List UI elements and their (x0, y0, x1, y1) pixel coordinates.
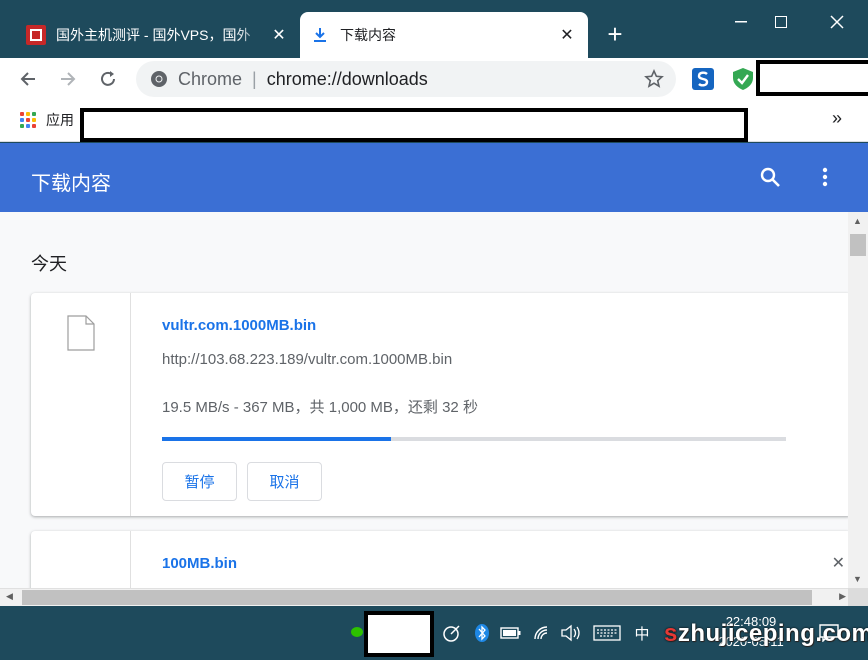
shield-check-icon[interactable] (730, 66, 756, 92)
new-tab-button[interactable]: + (600, 20, 630, 50)
scroll-left-arrow-icon[interactable]: ◀ (6, 591, 13, 602)
reload-button[interactable] (92, 63, 124, 95)
redacted-bookmarks (80, 108, 748, 142)
ime-indicator[interactable]: 中 (630, 621, 654, 645)
tab-title: 国外主机测评 - 国外VPS，国外 (56, 27, 251, 43)
tab-strip: 国外主机测评 - 国外VPS，国外 ✕ 下载内容 ✕ + (0, 0, 868, 58)
battery-icon[interactable] (499, 621, 523, 645)
horizontal-scrollbar[interactable]: ◀ ▶ (0, 588, 848, 606)
reload-icon (101, 71, 115, 86)
search-icon[interactable] (758, 165, 782, 189)
watermark-s-letter: s (664, 620, 678, 647)
omnibox-url: chrome://downloads (266, 68, 428, 89)
download-progress-bar (162, 437, 786, 441)
maximize-icon (775, 16, 787, 28)
apps-shortcut[interactable]: 应用 (20, 110, 74, 130)
vertical-scroll-thumb[interactable] (850, 234, 866, 256)
scroll-up-arrow-icon[interactable]: ▲ (853, 216, 862, 226)
download-filename-link[interactable]: vultr.com.1000MB.bin (162, 317, 316, 334)
download-item: 100MB.bin ✕ (31, 531, 848, 588)
bookmarks-overflow-button[interactable]: » (832, 108, 842, 129)
tab-downloads[interactable]: 下载内容 ✕ (300, 12, 588, 58)
wifi-icon[interactable] (531, 621, 555, 645)
download-status: 19.5 MB/s - 367 MB，共 1,000 MB，还剩 32 秒 (162, 399, 478, 416)
bookmark-star-icon[interactable] (644, 69, 664, 94)
address-bar[interactable]: Chrome | chrome://downloads (136, 61, 676, 97)
tab-site[interactable]: 国外主机测评 - 国外VPS，国外 ✕ (16, 12, 300, 58)
network-speed-icon[interactable] (440, 621, 464, 645)
extension-s-icon[interactable] (690, 66, 716, 92)
file-icon (67, 315, 95, 351)
site-logo-icon (26, 25, 46, 45)
close-window-button[interactable] (814, 4, 860, 40)
vertical-scrollbar[interactable]: ▲ ▼ (848, 212, 868, 588)
back-arrow-icon (20, 72, 35, 86)
taskbar: 中 22:48:09 2020-05-11 szhujiceping.com (0, 606, 868, 660)
cancel-button[interactable]: 取消 (247, 462, 322, 501)
download-progress-fill (162, 437, 391, 441)
close-tab-icon[interactable]: ✕ (268, 24, 290, 46)
maximize-button[interactable] (758, 4, 804, 40)
apps-grid-icon (20, 112, 36, 128)
date-section-label: 今天 (31, 254, 67, 274)
file-icon-column (31, 293, 131, 516)
apps-label: 应用 (46, 112, 74, 128)
omnibox-scheme: Chrome (178, 68, 243, 89)
pause-button[interactable]: 暂停 (162, 462, 237, 501)
omnibox-separator: | (252, 68, 257, 89)
redacted-tray-area (364, 611, 434, 657)
remove-item-icon[interactable]: ✕ (832, 553, 845, 573)
file-icon-column (31, 531, 131, 588)
toolbar: Chrome | chrome://downloads (0, 58, 868, 100)
download-item: vultr.com.1000MB.bin http://103.68.223.1… (31, 293, 848, 516)
redacted-area (756, 60, 868, 96)
minimize-icon (735, 21, 747, 23)
download-icon (314, 28, 326, 42)
horizontal-scroll-thumb[interactable] (22, 590, 812, 605)
close-icon (830, 15, 844, 29)
close-tab-icon[interactable]: ✕ (556, 24, 578, 46)
forward-button[interactable] (52, 63, 84, 95)
notification-icon[interactable] (814, 621, 844, 645)
download-source-url[interactable]: http://103.68.223.189/vultr.com.1000MB.b… (162, 351, 452, 368)
chrome-icon (151, 71, 167, 87)
scrollbar-corner (848, 588, 868, 606)
page-title: 下载内容 (31, 173, 111, 195)
scroll-down-arrow-icon[interactable]: ▼ (853, 574, 862, 584)
bluetooth-icon[interactable] (470, 621, 494, 645)
scroll-right-arrow-icon[interactable]: ▶ (839, 591, 846, 602)
keyboard-icon[interactable] (592, 621, 622, 645)
downloads-list: 今天 vultr.com.1000MB.bin http://103.68.22… (0, 212, 848, 588)
back-button[interactable] (12, 63, 44, 95)
forward-arrow-icon (61, 72, 76, 86)
more-options-icon[interactable] (813, 165, 837, 189)
downloads-header: 下载内容 (0, 143, 868, 212)
volume-icon[interactable] (559, 621, 583, 645)
bookmarks-bar: 应用 » (0, 100, 868, 142)
download-filename-link[interactable]: 100MB.bin (162, 555, 237, 572)
tab-title: 下载内容 (340, 27, 396, 43)
